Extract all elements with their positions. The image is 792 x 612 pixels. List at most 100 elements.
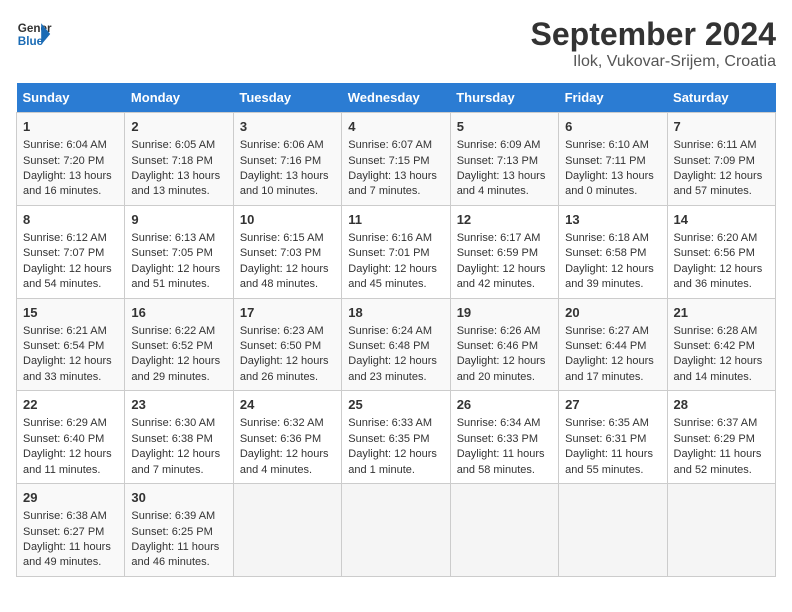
calendar-cell: 28Sunrise: 6:37 AMSunset: 6:29 PMDayligh… (667, 391, 775, 484)
calendar-cell: 24Sunrise: 6:32 AMSunset: 6:36 PMDayligh… (233, 391, 341, 484)
calendar-cell: 9Sunrise: 6:13 AMSunset: 7:05 PMDaylight… (125, 205, 233, 298)
day-number: 8 (23, 211, 118, 229)
day-info-line: Daylight: 13 hours (348, 169, 443, 184)
day-number: 1 (23, 118, 118, 136)
day-info-line: Sunrise: 6:27 AM (565, 324, 660, 339)
day-info-line: Daylight: 12 hours (674, 354, 769, 369)
calendar-cell (559, 484, 667, 577)
day-info-line: Sunrise: 6:11 AM (674, 138, 769, 153)
day-info-line: and 13 minutes. (131, 184, 226, 199)
day-number: 18 (348, 304, 443, 322)
day-info-line: Daylight: 13 hours (131, 169, 226, 184)
day-info-line: Sunrise: 6:07 AM (348, 138, 443, 153)
day-info-line: and 4 minutes. (457, 184, 552, 199)
day-info-line: Sunset: 6:42 PM (674, 339, 769, 354)
day-info-line: Sunrise: 6:33 AM (348, 416, 443, 431)
day-info-line: and 57 minutes. (674, 184, 769, 199)
day-info-line: Sunrise: 6:23 AM (240, 324, 335, 339)
day-info-line: and 1 minute. (348, 463, 443, 478)
day-info-line: Daylight: 13 hours (240, 169, 335, 184)
day-info-line: Sunrise: 6:04 AM (23, 138, 118, 153)
day-info-line: and 46 minutes. (131, 555, 226, 570)
calendar-cell (450, 484, 558, 577)
day-info-line: Sunrise: 6:26 AM (457, 324, 552, 339)
day-info-line: Daylight: 12 hours (565, 262, 660, 277)
day-info-line: and 10 minutes. (240, 184, 335, 199)
day-info-line: Sunrise: 6:34 AM (457, 416, 552, 431)
page-title: September 2024 (531, 16, 776, 53)
day-info-line: Sunset: 6:38 PM (131, 432, 226, 447)
day-number: 20 (565, 304, 660, 322)
calendar-cell: 23Sunrise: 6:30 AMSunset: 6:38 PMDayligh… (125, 391, 233, 484)
calendar-cell: 4Sunrise: 6:07 AMSunset: 7:15 PMDaylight… (342, 113, 450, 206)
day-info-line: Sunrise: 6:06 AM (240, 138, 335, 153)
day-number: 10 (240, 211, 335, 229)
day-info-line: Daylight: 12 hours (348, 354, 443, 369)
calendar-cell: 12Sunrise: 6:17 AMSunset: 6:59 PMDayligh… (450, 205, 558, 298)
day-info-line: Daylight: 12 hours (23, 262, 118, 277)
calendar-cell: 3Sunrise: 6:06 AMSunset: 7:16 PMDaylight… (233, 113, 341, 206)
calendar-week-row: 1Sunrise: 6:04 AMSunset: 7:20 PMDaylight… (17, 113, 776, 206)
calendar-cell: 30Sunrise: 6:39 AMSunset: 6:25 PMDayligh… (125, 484, 233, 577)
weekday-header-cell: Saturday (667, 83, 775, 113)
calendar-cell: 8Sunrise: 6:12 AMSunset: 7:07 PMDaylight… (17, 205, 125, 298)
day-info-line: Sunset: 6:40 PM (23, 432, 118, 447)
day-number: 7 (674, 118, 769, 136)
day-info-line: Sunset: 7:07 PM (23, 246, 118, 261)
day-info-line: and 26 minutes. (240, 370, 335, 385)
day-info-line: Sunset: 6:29 PM (674, 432, 769, 447)
day-info-line: Sunrise: 6:10 AM (565, 138, 660, 153)
day-number: 13 (565, 211, 660, 229)
day-number: 5 (457, 118, 552, 136)
day-info-line: Sunrise: 6:18 AM (565, 231, 660, 246)
day-number: 14 (674, 211, 769, 229)
day-info-line: Daylight: 12 hours (240, 447, 335, 462)
calendar-cell: 7Sunrise: 6:11 AMSunset: 7:09 PMDaylight… (667, 113, 775, 206)
day-info-line: Sunrise: 6:39 AM (131, 509, 226, 524)
day-info-line: Sunset: 6:36 PM (240, 432, 335, 447)
day-info-line: Sunset: 7:16 PM (240, 154, 335, 169)
day-info-line: Sunrise: 6:17 AM (457, 231, 552, 246)
calendar-cell: 19Sunrise: 6:26 AMSunset: 6:46 PMDayligh… (450, 298, 558, 391)
calendar-cell (342, 484, 450, 577)
day-number: 29 (23, 489, 118, 507)
day-info-line: Daylight: 12 hours (674, 262, 769, 277)
day-number: 4 (348, 118, 443, 136)
calendar-table: SundayMondayTuesdayWednesdayThursdayFrid… (16, 83, 776, 577)
day-info-line: Sunrise: 6:38 AM (23, 509, 118, 524)
weekday-header-cell: Monday (125, 83, 233, 113)
day-info-line: Daylight: 12 hours (565, 354, 660, 369)
day-info-line: Sunset: 6:33 PM (457, 432, 552, 447)
day-info-line: and 20 minutes. (457, 370, 552, 385)
calendar-cell: 2Sunrise: 6:05 AMSunset: 7:18 PMDaylight… (125, 113, 233, 206)
day-info-line: Sunrise: 6:15 AM (240, 231, 335, 246)
weekday-header-cell: Tuesday (233, 83, 341, 113)
calendar-cell: 1Sunrise: 6:04 AMSunset: 7:20 PMDaylight… (17, 113, 125, 206)
day-info-line: and 14 minutes. (674, 370, 769, 385)
day-number: 16 (131, 304, 226, 322)
day-info-line: and 39 minutes. (565, 277, 660, 292)
day-info-line: Sunrise: 6:20 AM (674, 231, 769, 246)
day-info-line: Sunset: 6:25 PM (131, 525, 226, 540)
day-info-line: Daylight: 12 hours (23, 354, 118, 369)
day-info-line: Sunrise: 6:30 AM (131, 416, 226, 431)
weekday-header-cell: Sunday (17, 83, 125, 113)
day-info-line: Daylight: 12 hours (457, 262, 552, 277)
calendar-cell (667, 484, 775, 577)
day-info-line: Daylight: 12 hours (23, 447, 118, 462)
day-number: 12 (457, 211, 552, 229)
calendar-cell: 11Sunrise: 6:16 AMSunset: 7:01 PMDayligh… (342, 205, 450, 298)
day-info-line: Sunset: 7:01 PM (348, 246, 443, 261)
calendar-cell: 6Sunrise: 6:10 AMSunset: 7:11 PMDaylight… (559, 113, 667, 206)
weekday-header-cell: Thursday (450, 83, 558, 113)
day-info-line: and 17 minutes. (565, 370, 660, 385)
calendar-cell: 25Sunrise: 6:33 AMSunset: 6:35 PMDayligh… (342, 391, 450, 484)
day-info-line: Daylight: 11 hours (565, 447, 660, 462)
day-info-line: Sunset: 6:52 PM (131, 339, 226, 354)
day-info-line: and 29 minutes. (131, 370, 226, 385)
calendar-cell: 15Sunrise: 6:21 AMSunset: 6:54 PMDayligh… (17, 298, 125, 391)
day-info-line: Sunrise: 6:35 AM (565, 416, 660, 431)
day-info-line: Daylight: 12 hours (674, 169, 769, 184)
day-number: 17 (240, 304, 335, 322)
day-info-line: Sunset: 6:48 PM (348, 339, 443, 354)
